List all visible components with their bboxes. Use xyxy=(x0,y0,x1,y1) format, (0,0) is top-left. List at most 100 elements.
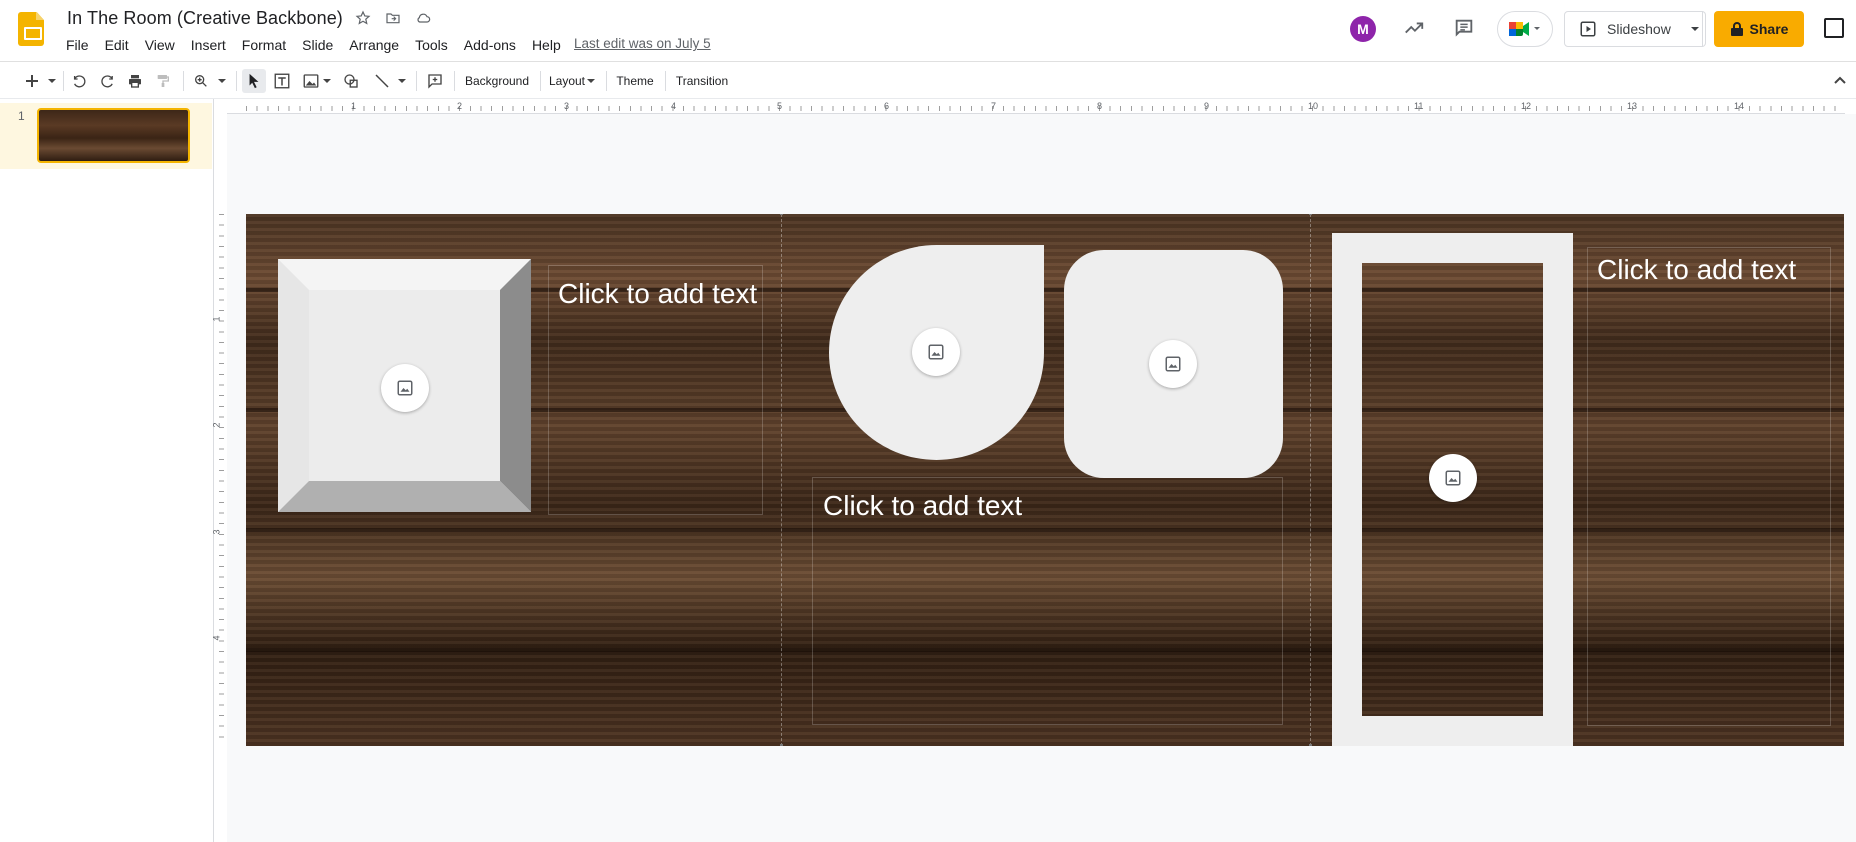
slide-filmstrip: 1 xyxy=(0,99,214,842)
new-slide-icon[interactable] xyxy=(22,69,42,93)
redo-icon[interactable] xyxy=(96,69,118,93)
insert-image-button[interactable] xyxy=(1149,340,1197,388)
chevron-down-icon xyxy=(587,79,596,83)
chevron-down-icon xyxy=(1534,27,1540,30)
ruler-number: 4 xyxy=(671,101,677,111)
menu-format[interactable]: Format xyxy=(234,36,294,56)
background-button[interactable]: Background xyxy=(462,69,532,93)
main-toolbar: Background Layout Theme Transition xyxy=(0,63,1856,99)
menu-addons[interactable]: Add-ons xyxy=(456,36,524,56)
meet-icon xyxy=(1509,22,1529,36)
transition-button[interactable]: Transition xyxy=(672,69,732,93)
menu-edit[interactable]: Edit xyxy=(97,36,137,56)
meet-button[interactable] xyxy=(1497,11,1553,47)
zoom-dropdown-icon[interactable] xyxy=(216,69,228,93)
move-folder-icon[interactable] xyxy=(383,8,403,28)
horizontal-ruler[interactable]: 1 2 3 4 5 6 7 8 9 10 11 12 13 14 xyxy=(227,100,1845,114)
share-button[interactable]: Share xyxy=(1714,11,1804,47)
document-title[interactable]: In The Room (Creative Backbone) xyxy=(67,8,343,29)
line-dropdown-icon[interactable] xyxy=(397,69,407,93)
text-placeholder[interactable]: Click to add text xyxy=(1597,254,1796,286)
ruler-number: 8 xyxy=(1097,101,1103,111)
ruler-number: 12 xyxy=(1521,101,1532,111)
toolbar-divider xyxy=(63,71,64,91)
toolbar-divider xyxy=(183,71,184,91)
menu-tools[interactable]: Tools xyxy=(407,36,456,56)
ruler-number: 3 xyxy=(564,101,570,111)
image-icon xyxy=(1445,470,1461,486)
text-placeholder[interactable]: Click to add text xyxy=(823,490,1022,522)
menu-file[interactable]: File xyxy=(58,36,97,56)
ruler-number: 14 xyxy=(1734,101,1745,111)
share-label: Share xyxy=(1749,21,1789,37)
insert-image-button[interactable] xyxy=(381,364,429,412)
toolbar-divider xyxy=(665,71,666,91)
vertical-ruler[interactable]: 1 2 3 4 xyxy=(211,214,226,744)
ruler-number: 1 xyxy=(351,101,357,111)
slideshow-button[interactable]: Slideshow xyxy=(1564,11,1703,47)
ruler-number: 3 xyxy=(211,529,222,535)
add-comment-icon[interactable] xyxy=(424,69,446,93)
layout-label: Layout xyxy=(548,74,586,88)
menu-insert[interactable]: Insert xyxy=(183,36,234,56)
menu-slide[interactable]: Slide xyxy=(294,36,341,56)
ruler-number: 10 xyxy=(1308,101,1319,111)
slide-canvas[interactable]: Click to add text Click to add text Clic… xyxy=(246,214,1844,746)
print-icon[interactable] xyxy=(124,69,146,93)
side-panel-toggle-icon[interactable] xyxy=(1824,18,1844,38)
zoom-icon[interactable] xyxy=(190,69,212,93)
chevron-down-icon xyxy=(1690,27,1699,31)
line-icon[interactable] xyxy=(371,69,393,93)
insert-image-button[interactable] xyxy=(1429,454,1477,502)
ruler-number: 2 xyxy=(211,422,222,428)
last-edit-link[interactable]: Last edit was on July 5 xyxy=(574,36,711,51)
insert-image-button[interactable] xyxy=(912,328,960,376)
cloud-status-icon[interactable] xyxy=(413,8,433,28)
menu-arrange[interactable]: Arrange xyxy=(341,36,407,56)
collapse-toolbar-icon[interactable] xyxy=(1830,69,1850,93)
toolbar-divider xyxy=(454,71,455,91)
text-box-outline xyxy=(1587,247,1831,726)
ruler-number: 13 xyxy=(1627,101,1638,111)
comments-icon[interactable] xyxy=(1448,12,1480,44)
image-dropdown-icon[interactable] xyxy=(322,69,332,93)
select-cursor-icon[interactable] xyxy=(242,69,266,93)
theme-button[interactable]: Theme xyxy=(612,69,658,93)
ruler-number: 7 xyxy=(991,101,997,111)
layout-button[interactable]: Layout xyxy=(546,69,598,93)
ruler-ticks xyxy=(219,214,224,744)
undo-icon[interactable] xyxy=(68,69,90,93)
text-placeholder[interactable]: Click to add text xyxy=(558,278,757,310)
present-icon xyxy=(1580,21,1596,37)
selection-guide xyxy=(781,214,782,746)
user-avatar[interactable]: M xyxy=(1350,16,1376,42)
text-box-icon[interactable] xyxy=(271,69,293,93)
selection-guide xyxy=(1310,214,1311,746)
image-icon xyxy=(928,344,944,360)
ruler-number: 4 xyxy=(211,635,222,641)
new-slide-dropdown-icon[interactable] xyxy=(46,69,58,93)
insert-image-icon[interactable] xyxy=(300,69,322,93)
selection-handle[interactable] xyxy=(1309,744,1312,746)
top-bar: In The Room (Creative Backbone) File Edi… xyxy=(0,0,1856,62)
ruler-number: 5 xyxy=(777,101,783,111)
slideshow-dropdown[interactable] xyxy=(1684,11,1706,47)
slides-logo-icon[interactable] xyxy=(18,12,44,46)
menu-help[interactable]: Help xyxy=(524,36,569,56)
selection-handle[interactable] xyxy=(780,214,783,215)
ruler-number: 1 xyxy=(211,316,222,322)
shape-icon[interactable] xyxy=(340,69,362,93)
ruler-number: 11 xyxy=(1414,101,1424,111)
activity-trend-icon[interactable] xyxy=(1398,12,1430,44)
slide-thumbnail[interactable] xyxy=(37,108,190,163)
toolbar-divider xyxy=(236,71,237,91)
menu-bar: File Edit View Insert Format Slide Arran… xyxy=(58,36,569,56)
menu-view[interactable]: View xyxy=(137,36,183,56)
selection-handle[interactable] xyxy=(780,744,783,746)
slide-number: 1 xyxy=(18,109,25,123)
selection-handle[interactable] xyxy=(1309,214,1312,215)
ruler-number: 6 xyxy=(884,101,890,111)
star-icon[interactable] xyxy=(353,8,373,28)
toolbar-divider xyxy=(606,71,607,91)
paint-format-icon[interactable] xyxy=(152,69,174,93)
